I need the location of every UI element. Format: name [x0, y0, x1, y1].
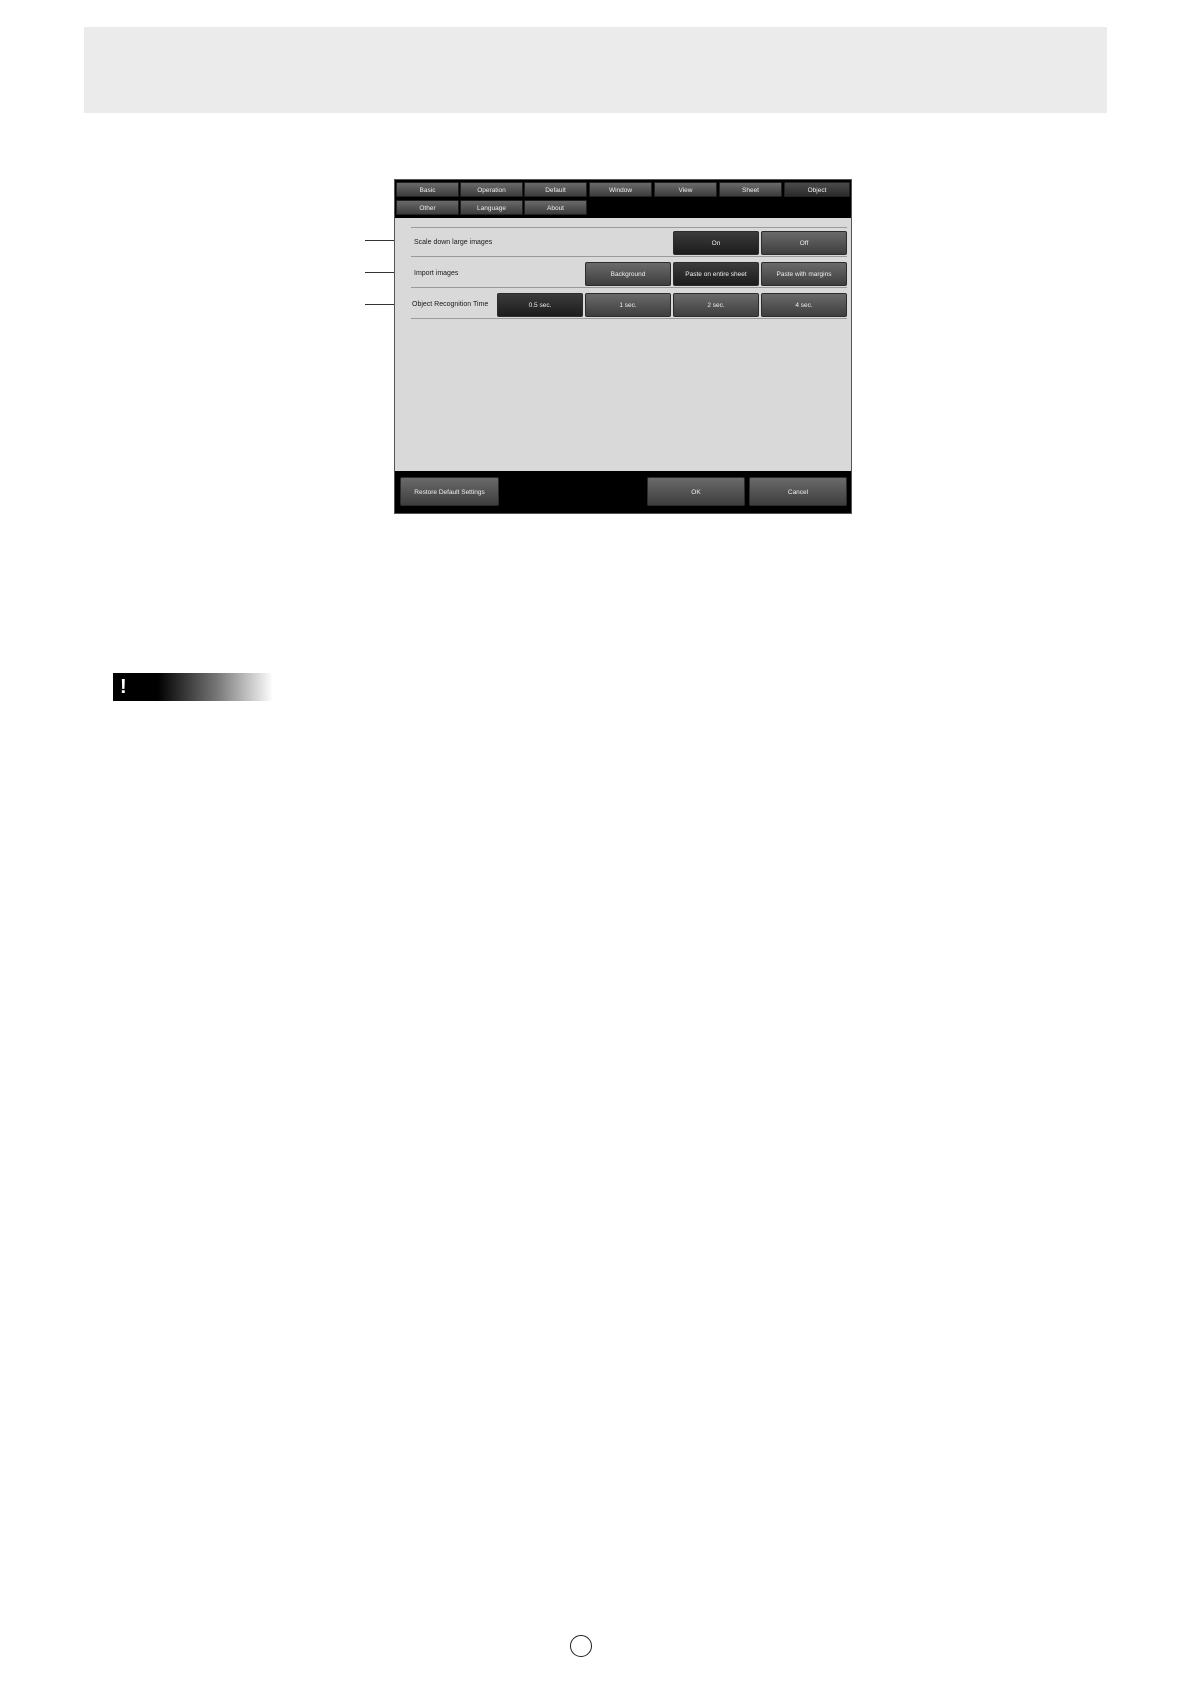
restore-defaults-button[interactable]: Restore Default Settings	[400, 477, 499, 506]
scale-on-button[interactable]: On	[673, 231, 759, 255]
page-number-circle	[570, 1635, 592, 1657]
ok-button[interactable]: OK	[647, 477, 745, 506]
dialog-footer: Restore Default Settings OK Cancel	[395, 471, 851, 513]
tab-view[interactable]: View	[654, 182, 717, 197]
row-scale-down: Scale down large images On Off	[411, 228, 847, 257]
page-header-band	[84, 27, 1107, 113]
recognition-time-label: Object Recognition Time	[412, 301, 489, 308]
tab-about[interactable]: About	[524, 200, 587, 215]
import-images-label: Import images	[414, 270, 459, 277]
row-import-images: Import images Background Paste on entire…	[411, 259, 847, 288]
import-paste-entire-button[interactable]: Paste on entire sheet	[673, 262, 759, 286]
row-recognition-time: Object Recognition Time 0.5 sec. 1 sec. …	[411, 290, 847, 319]
import-paste-margins-button[interactable]: Paste with margins	[761, 262, 847, 286]
tab-language[interactable]: Language	[460, 200, 523, 215]
tab-other[interactable]: Other	[396, 200, 459, 215]
tab-sheet[interactable]: Sheet	[719, 182, 782, 197]
callout-line-scale	[365, 240, 394, 241]
tab-window[interactable]: Window	[589, 182, 652, 197]
import-background-button[interactable]: Background	[585, 262, 671, 286]
caution-exclamation-icon: !	[120, 676, 127, 698]
scale-off-button[interactable]: Off	[761, 231, 847, 255]
recognition-4-button[interactable]: 4 sec.	[761, 293, 847, 317]
callout-line-import	[365, 272, 394, 273]
tab-basic[interactable]: Basic	[396, 182, 459, 197]
recognition-05-button[interactable]: 0.5 sec.	[497, 293, 583, 317]
settings-dialog: Basic Operation Default Window View Shee…	[394, 179, 852, 514]
recognition-1-button[interactable]: 1 sec.	[585, 293, 671, 317]
scale-down-label: Scale down large images	[414, 239, 493, 246]
callout-line-recognition	[365, 304, 394, 305]
tab-bar: Basic Operation Default Window View Shee…	[395, 180, 851, 218]
cancel-button[interactable]: Cancel	[749, 477, 847, 506]
tab-object[interactable]: Object	[784, 182, 850, 197]
tab-default[interactable]: Default	[524, 182, 587, 197]
recognition-2-button[interactable]: 2 sec.	[673, 293, 759, 317]
tab-operation[interactable]: Operation	[460, 182, 523, 197]
caution-banner: !	[113, 673, 273, 701]
